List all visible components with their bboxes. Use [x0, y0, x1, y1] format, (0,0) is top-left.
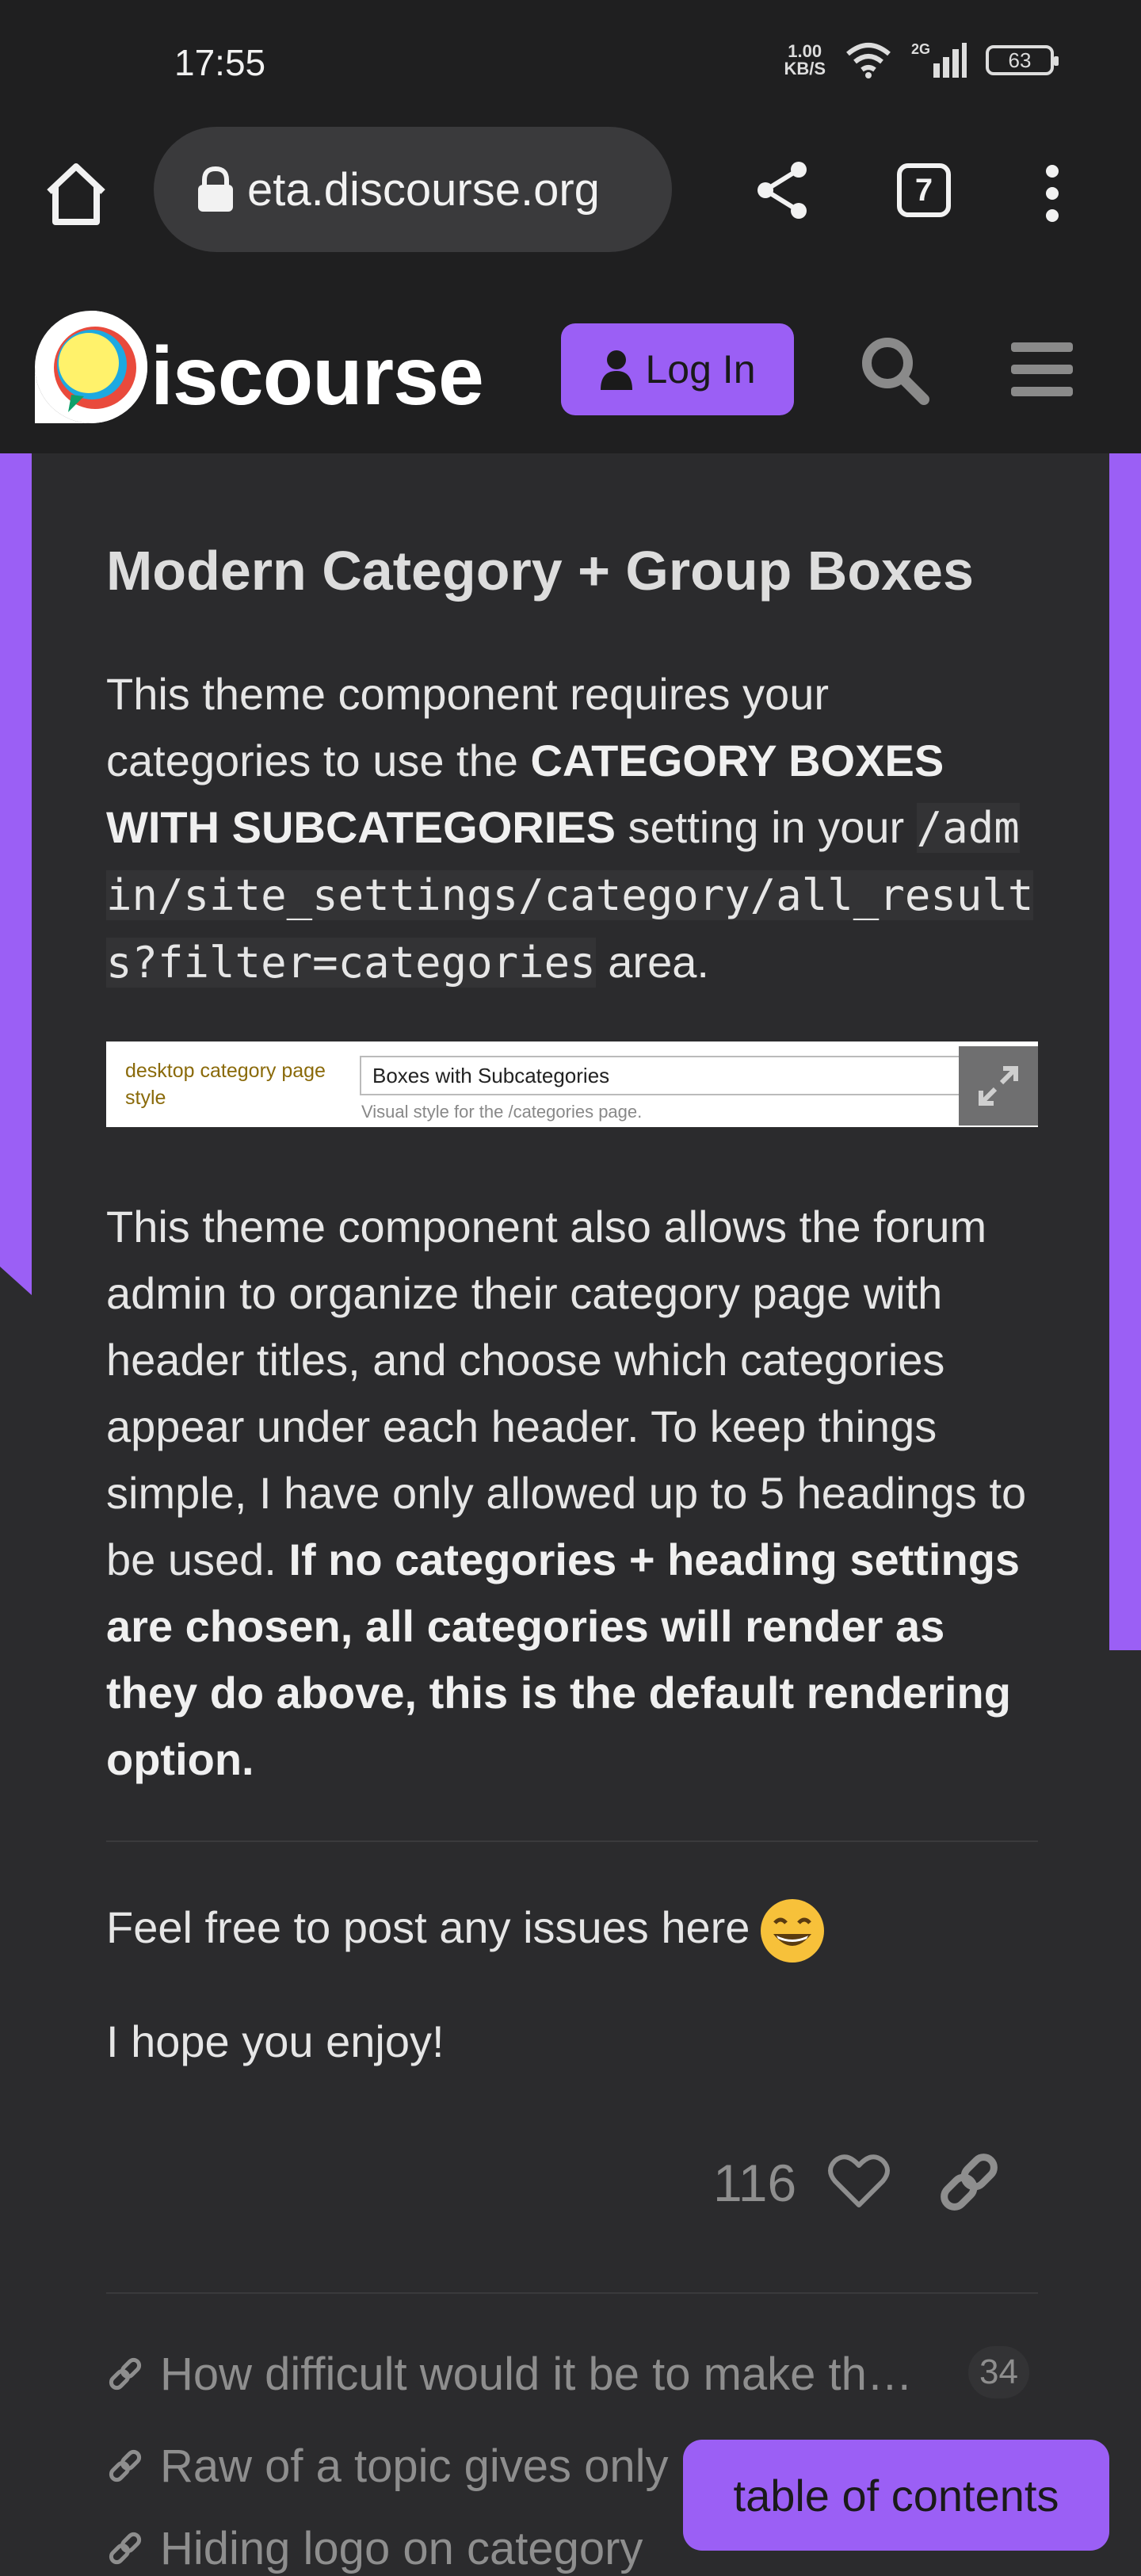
setting-label: desktop category page style — [125, 1060, 326, 1109]
battery-icon: 63 — [986, 45, 1059, 75]
toc-label: table of contents — [733, 2470, 1059, 2521]
link-icon — [109, 2449, 142, 2482]
topic-link-text: How difficult would it be to make th… — [160, 2348, 913, 2400]
address-bar[interactable]: eta.discourse.org — [154, 127, 672, 252]
login-label: Log In — [645, 347, 756, 392]
p1-text-c: area. — [595, 937, 709, 987]
heart-icon[interactable] — [827, 2150, 891, 2213]
table-of-contents-button[interactable]: table of contents — [683, 2440, 1109, 2551]
cell-signal-icon: 2G — [911, 41, 967, 78]
site-header: iscourse Log In — [0, 277, 1141, 453]
topic-link-click-count: 34 — [968, 2346, 1029, 2398]
post-paragraph-2: This theme component also allows the for… — [106, 1194, 1038, 1793]
link-icon — [109, 2357, 142, 2391]
topic-link-text: Raw of a topic gives only — [160, 2440, 669, 2492]
post-divider — [106, 1840, 1038, 1842]
p1-text-b: setting in your — [615, 802, 917, 852]
topic-link-1[interactable]: How difficult would it be to make th… — [106, 2346, 913, 2402]
more-menu-icon[interactable] — [1033, 162, 1071, 225]
discourse-logo-icon — [35, 311, 147, 423]
user-icon — [601, 350, 633, 390]
link-icon — [109, 2532, 142, 2565]
links-divider — [106, 2292, 1038, 2294]
browser-toolbar: eta.discourse.org 7 — [0, 127, 1141, 277]
post-paragraph-3: Feel free to post any issues here — [106, 1894, 1038, 1964]
topic-link-2[interactable]: Raw of a topic gives only — [106, 2438, 669, 2494]
lock-icon — [198, 166, 233, 212]
network-speed-unit: KB/S — [784, 59, 826, 78]
background-accent-right — [1105, 453, 1141, 1650]
post-heading: Modern Category + Group Boxes — [106, 540, 974, 602]
setting-select: Boxes with Subcategories — [360, 1056, 1016, 1095]
hamburger-menu-icon[interactable] — [1008, 338, 1076, 403]
network-type: 2G — [911, 41, 930, 57]
p3-text: Feel free to post any issues here — [106, 1902, 750, 1952]
home-icon[interactable] — [41, 159, 111, 228]
post-paragraph-4: I hope you enjoy! — [106, 2016, 445, 2066]
grinning-emoji-icon — [761, 1899, 825, 1963]
clock: 17:55 — [174, 42, 266, 83]
setting-hint: Visual style for the /categories page. — [361, 1102, 643, 1122]
logo-text: iscourse — [151, 331, 484, 422]
status-bar: 17:55 1.00 KB/S 2G 63 — [0, 0, 1141, 127]
network-speed: 1.00 KB/S — [784, 43, 826, 78]
login-button[interactable]: Log In — [561, 323, 794, 415]
expand-image-button[interactable] — [959, 1046, 1038, 1126]
topic-link-3[interactable]: Hiding logo on category — [106, 2521, 643, 2576]
share-icon[interactable] — [751, 159, 815, 222]
url-text: eta.discourse.org — [247, 163, 600, 216]
tab-switcher-button[interactable]: 7 — [897, 163, 951, 217]
post-paragraph-1: This theme component requires your categ… — [106, 661, 1038, 996]
network-speed-value: 1.00 — [788, 41, 822, 61]
settings-screenshot[interactable]: desktop category page style Boxes with S… — [106, 1041, 1038, 1127]
topic-link-text: Hiding logo on category — [160, 2522, 643, 2574]
p2-text: This theme component also allows the for… — [106, 1202, 1027, 1584]
status-icons: 1.00 KB/S 2G 63 — [784, 41, 1059, 79]
wifi-icon — [846, 43, 891, 78]
search-icon[interactable] — [857, 333, 930, 406]
discourse-logo[interactable]: iscourse — [32, 308, 484, 426]
like-count: 116 — [713, 2154, 797, 2212]
expand-icon — [979, 1066, 1018, 1106]
share-link-icon[interactable] — [933, 2146, 1005, 2218]
